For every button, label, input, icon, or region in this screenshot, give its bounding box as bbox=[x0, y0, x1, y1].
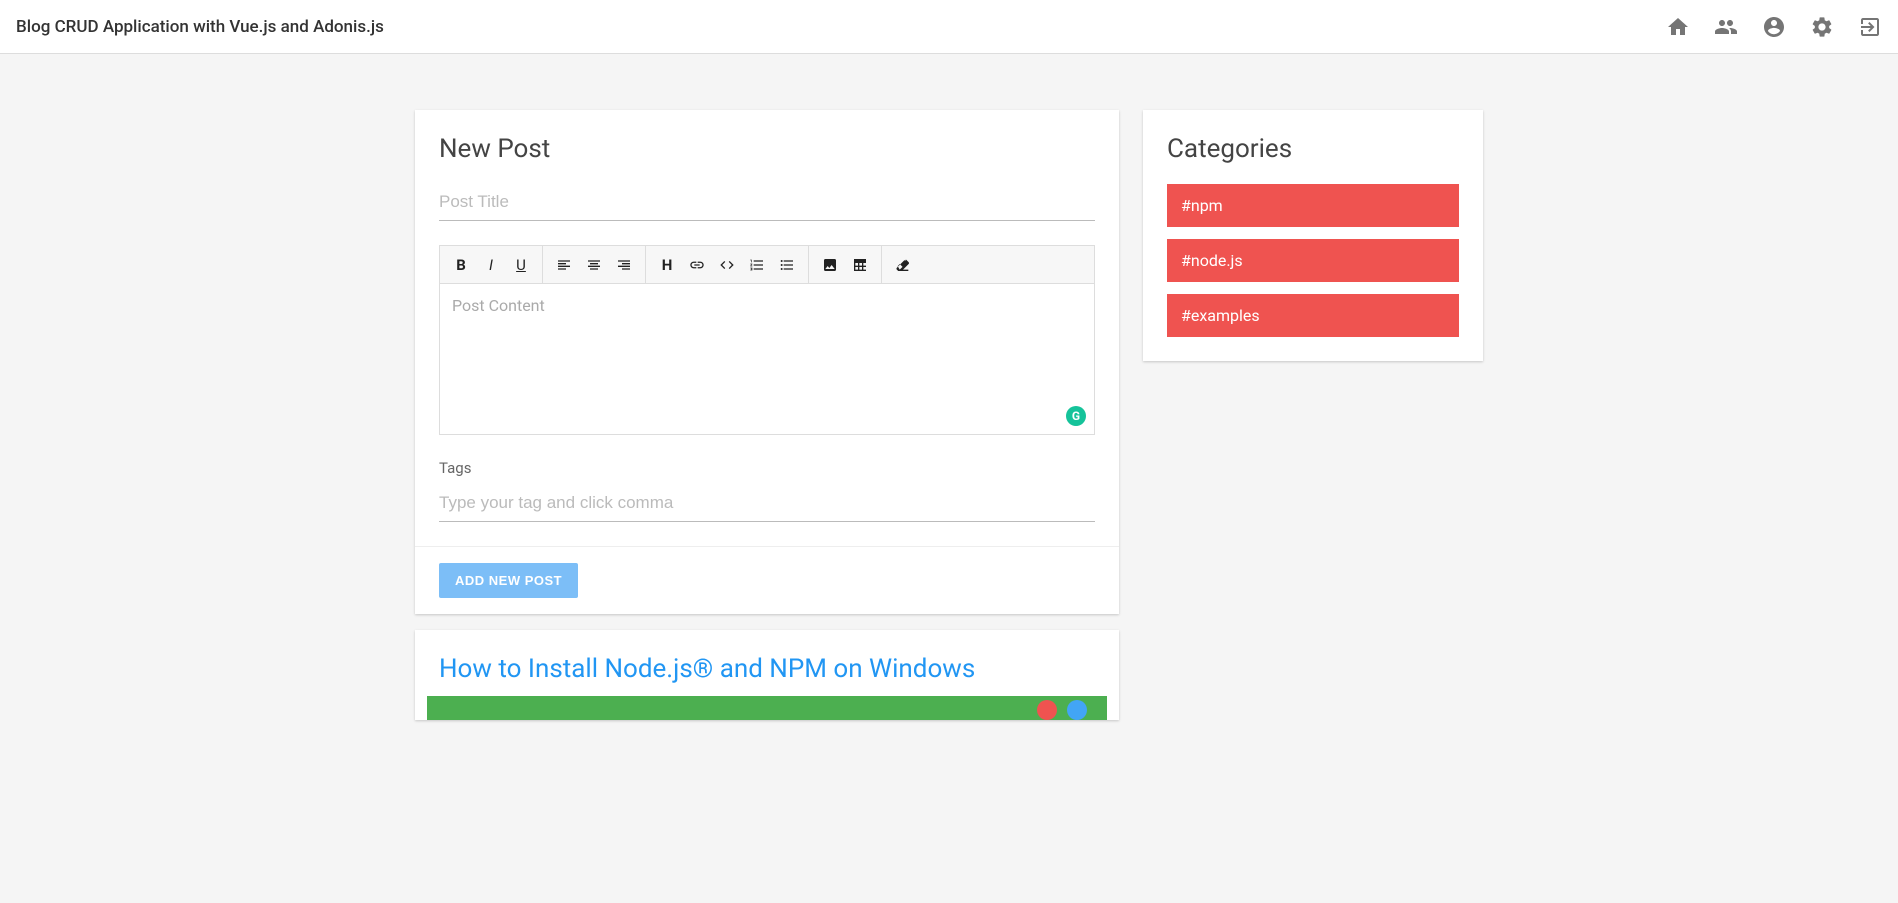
align-right-button[interactable] bbox=[609, 250, 639, 280]
post-badge-area bbox=[427, 696, 1107, 720]
bold-button[interactable]: B bbox=[446, 250, 476, 280]
post-title-input[interactable] bbox=[439, 184, 1095, 221]
heading-button[interactable]: H bbox=[652, 250, 682, 280]
categories-title: Categories bbox=[1167, 134, 1459, 164]
link-button[interactable] bbox=[682, 250, 712, 280]
post-content-input[interactable]: Post Content G bbox=[440, 284, 1094, 434]
new-post-title: New Post bbox=[439, 134, 1095, 164]
post-title-link[interactable]: How to Install Node.js® and NPM on Windo… bbox=[415, 630, 1119, 696]
eraser-button[interactable] bbox=[888, 250, 918, 280]
code-button[interactable] bbox=[712, 250, 742, 280]
app-title: Blog CRUD Application with Vue.js and Ad… bbox=[16, 17, 384, 37]
ordered-list-button[interactable] bbox=[742, 250, 772, 280]
categories-card: Categories #npm #node.js #examples bbox=[1143, 110, 1483, 361]
header: Blog CRUD Application with Vue.js and Ad… bbox=[0, 0, 1898, 54]
unordered-list-button[interactable] bbox=[772, 250, 802, 280]
account-icon[interactable] bbox=[1762, 15, 1786, 39]
category-item[interactable]: #npm bbox=[1167, 184, 1459, 227]
header-icons bbox=[1666, 15, 1882, 39]
editor-toolbar: B I U H bbox=[440, 246, 1094, 284]
editor: B I U H bbox=[439, 245, 1095, 435]
tags-label: Tags bbox=[439, 459, 1095, 477]
home-icon[interactable] bbox=[1666, 15, 1690, 39]
image-button[interactable] bbox=[815, 250, 845, 280]
align-center-button[interactable] bbox=[579, 250, 609, 280]
logout-icon[interactable] bbox=[1858, 15, 1882, 39]
grammarly-icon[interactable]: G bbox=[1066, 406, 1086, 426]
content-placeholder: Post Content bbox=[452, 296, 545, 315]
underline-button[interactable]: U bbox=[506, 250, 536, 280]
people-icon[interactable] bbox=[1714, 15, 1738, 39]
tags-input[interactable] bbox=[439, 485, 1095, 522]
italic-button[interactable]: I bbox=[476, 250, 506, 280]
post-card: How to Install Node.js® and NPM on Windo… bbox=[415, 630, 1119, 720]
delete-badge-icon[interactable] bbox=[1037, 700, 1057, 720]
add-new-post-button[interactable]: ADD NEW POST bbox=[439, 563, 578, 598]
align-left-button[interactable] bbox=[549, 250, 579, 280]
category-item[interactable]: #examples bbox=[1167, 294, 1459, 337]
settings-icon[interactable] bbox=[1810, 15, 1834, 39]
new-post-card: New Post B I U bbox=[415, 110, 1119, 614]
category-item[interactable]: #node.js bbox=[1167, 239, 1459, 282]
table-button[interactable] bbox=[845, 250, 875, 280]
edit-badge-icon[interactable] bbox=[1067, 700, 1087, 720]
